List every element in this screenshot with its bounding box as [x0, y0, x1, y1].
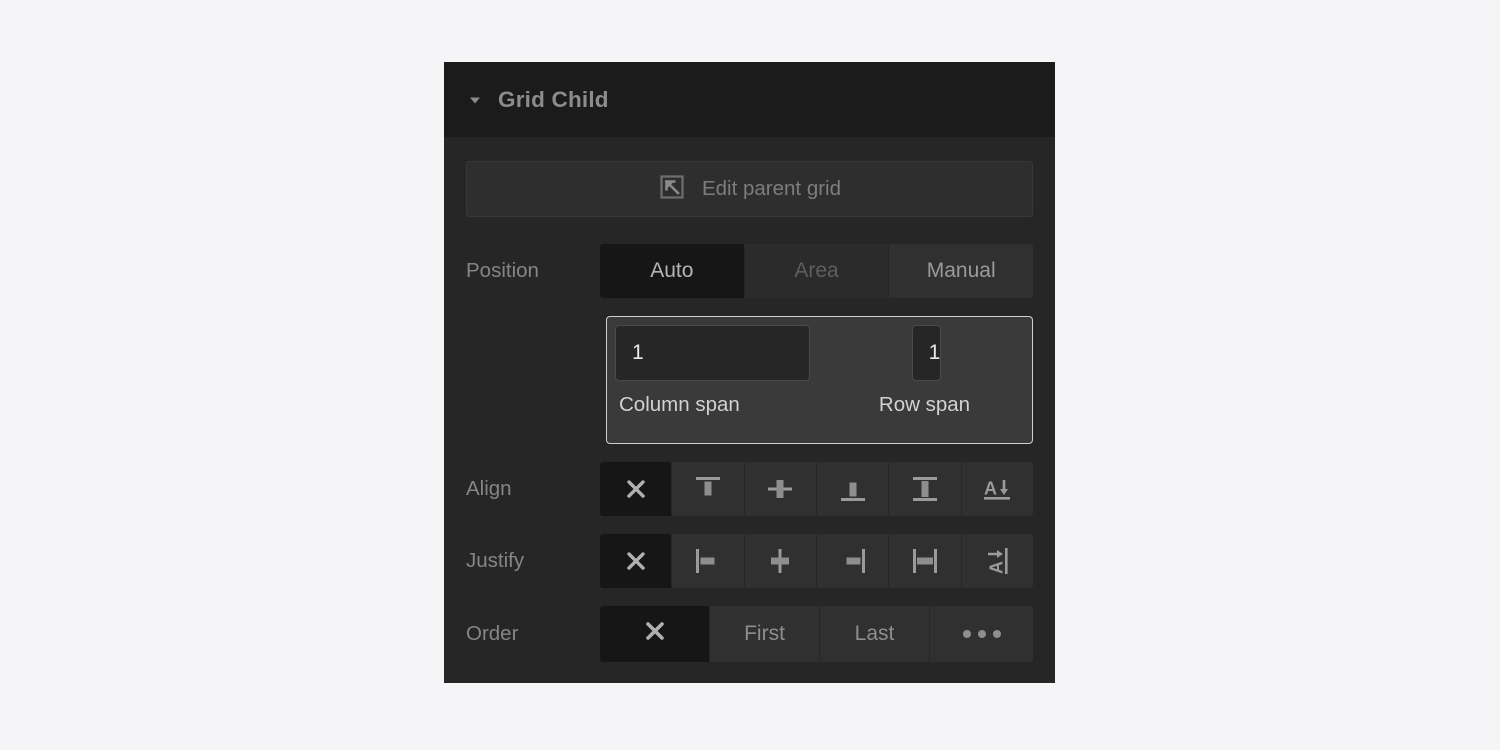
ellipsis-icon	[962, 630, 1001, 638]
order-button-group: First Last	[600, 606, 1033, 662]
position-segmented-control: Auto Area Manual	[600, 244, 1033, 298]
order-label: Order	[466, 622, 519, 645]
justify-button-group: A	[600, 534, 1033, 588]
clear-x-icon	[623, 548, 649, 574]
justify-start-icon	[691, 544, 725, 578]
justify-baseline-icon: A	[980, 544, 1014, 578]
align-option-end[interactable]	[816, 462, 890, 516]
align-option-start[interactable]	[672, 462, 745, 516]
arrow-up-left-in-square-icon	[658, 173, 686, 206]
row-span-input[interactable]: 1	[911, 325, 942, 381]
align-start-icon	[691, 472, 725, 506]
justify-option-start[interactable]	[672, 534, 745, 588]
justify-row: Justify A	[466, 534, 1033, 588]
chevron-down-icon[interactable]	[466, 91, 484, 109]
svg-text:A: A	[984, 479, 997, 499]
justify-option-center[interactable]	[744, 534, 817, 588]
justify-center-icon	[763, 544, 797, 578]
justify-option-clear[interactable]	[600, 534, 673, 588]
position-option-area[interactable]: Area	[744, 244, 890, 298]
justify-stretch-icon	[908, 544, 942, 578]
position-label: Position	[466, 259, 539, 282]
align-stretch-icon	[908, 472, 942, 506]
panel-header[interactable]: Grid Child	[444, 62, 1055, 137]
align-label: Align	[466, 477, 512, 500]
span-row: 1 Column span 1 Row span	[466, 316, 1033, 444]
align-end-icon	[836, 472, 870, 506]
position-row: Position Auto Area Manual	[466, 244, 1033, 298]
span-group: 1 Column span 1 Row span	[606, 316, 1033, 444]
column-span-field: 1 Column span	[615, 325, 810, 435]
row-span-label: Row span	[878, 392, 971, 416]
align-option-center[interactable]	[744, 462, 817, 516]
justify-label: Justify	[466, 549, 525, 572]
svg-text:A: A	[987, 561, 1007, 574]
page-title: Grid Child	[498, 86, 609, 112]
position-option-auto[interactable]: Auto	[600, 244, 745, 298]
align-option-clear[interactable]	[600, 462, 673, 516]
column-span-input[interactable]: 1	[615, 325, 810, 381]
order-option-more[interactable]	[930, 606, 1033, 662]
screen: Grid Child Edit parent grid Position Aut…	[0, 0, 1500, 750]
edit-parent-grid-label: Edit parent grid	[701, 177, 842, 200]
align-option-stretch[interactable]	[889, 462, 962, 516]
order-option-clear[interactable]	[600, 606, 710, 662]
justify-option-end[interactable]	[816, 534, 890, 588]
justify-end-icon	[836, 544, 870, 578]
justify-option-stretch[interactable]	[889, 534, 962, 588]
span-spacer	[466, 316, 606, 444]
edit-parent-grid-button[interactable]: Edit parent grid	[466, 161, 1033, 217]
order-option-last[interactable]: Last	[820, 606, 930, 662]
align-option-baseline[interactable]: A	[961, 462, 1033, 516]
panel-body: Edit parent grid Position Auto Area Manu…	[444, 137, 1055, 683]
align-center-icon	[763, 472, 797, 506]
clear-x-icon	[623, 476, 649, 502]
justify-option-baseline[interactable]: A	[961, 534, 1033, 588]
position-option-manual[interactable]: Manual	[889, 244, 1033, 298]
grid-child-panel: Grid Child Edit parent grid Position Aut…	[444, 62, 1055, 683]
align-button-group: A	[600, 462, 1033, 516]
row-span-field: 1 Row span	[829, 325, 1024, 417]
column-span-label: Column span	[619, 392, 740, 416]
order-row: Order First Last	[466, 606, 1033, 662]
order-option-first[interactable]: First	[710, 606, 820, 662]
align-row: Align A	[466, 462, 1033, 516]
clear-x-icon	[641, 617, 669, 651]
align-baseline-icon: A	[980, 472, 1014, 506]
